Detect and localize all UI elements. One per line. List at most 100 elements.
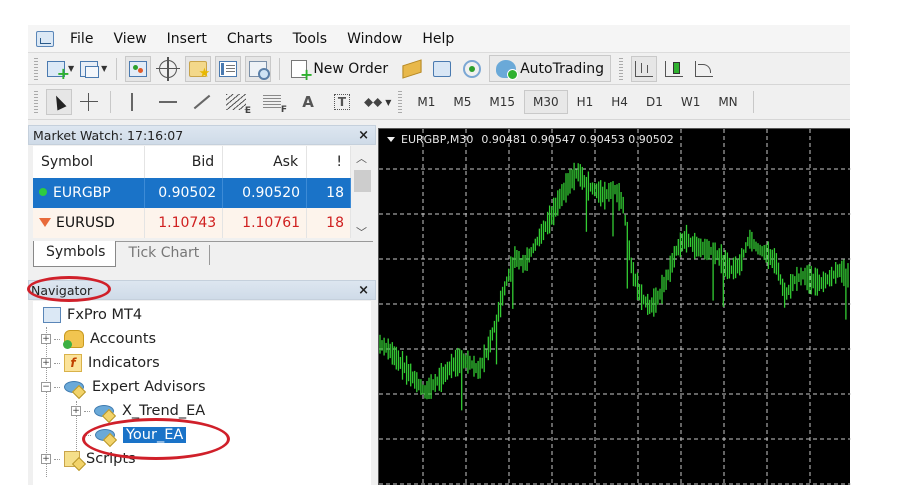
tree-item-scripts[interactable]: + Scripts <box>41 447 136 471</box>
symbol-name: EURGBP <box>53 185 111 201</box>
menu-file[interactable]: File <box>60 25 103 53</box>
timeframe-m15[interactable]: M15 <box>480 90 524 114</box>
expand-icon[interactable]: + <box>41 358 51 368</box>
menu-help[interactable]: Help <box>412 25 464 53</box>
market-watch-title: Market Watch: 17:16:07 <box>33 128 184 143</box>
text-label-tool[interactable]: T <box>329 89 355 115</box>
tree-label-selected: Your_EA <box>123 427 187 443</box>
drawing-toolbar: A T ⬥⬥▼ M1 M5 M15 M30 H1 H4 D1 W1 MN <box>28 85 850 120</box>
chart-window[interactable]: EURGBP,M30 0.90481 0.90547 0.90453 0.905… <box>378 128 851 486</box>
collapse-icon[interactable]: − <box>41 382 51 392</box>
timeframe-d1[interactable]: D1 <box>637 90 672 114</box>
expand-icon[interactable]: + <box>41 454 51 464</box>
price-down-icon <box>39 218 51 227</box>
tree-item-indicators[interactable]: + f Indicators <box>41 351 160 375</box>
metaeditor-button[interactable] <box>399 56 425 82</box>
tree-label: X_Trend_EA <box>122 403 206 419</box>
navigator-close-icon[interactable]: × <box>358 281 369 301</box>
equidistant-channel-tool[interactable] <box>223 89 251 116</box>
line-chart-button[interactable] <box>691 56 717 82</box>
tree-item-accounts[interactable]: + Accounts <box>41 327 156 351</box>
column-bid[interactable]: Bid <box>144 146 224 178</box>
menu-insert[interactable]: Insert <box>157 25 217 53</box>
tree-connector <box>54 338 60 340</box>
market-watch-scrollbar[interactable]: ︿ ﹀ <box>351 146 373 240</box>
new-order-label: New Order <box>313 60 389 77</box>
menu-charts[interactable]: Charts <box>217 25 283 53</box>
tab-symbols[interactable]: Symbols <box>33 241 117 267</box>
tree-label: Indicators <box>88 355 160 371</box>
standard-toolbar: ▼ ▼ New Order AutoTrading <box>28 53 850 85</box>
candlesticks-button[interactable] <box>661 56 687 82</box>
tree-root[interactable]: FxPro MT4 <box>43 303 142 327</box>
cursor-tool[interactable] <box>46 89 72 115</box>
vertical-line-icon <box>131 93 133 111</box>
ask-cell: 0.90520 <box>222 178 308 208</box>
timeframe-h4[interactable]: H4 <box>602 90 637 114</box>
ask-cell: 1.10761 <box>222 208 308 238</box>
tree-item-x-trend-ea[interactable]: + X_Trend_EA <box>71 399 205 423</box>
horizontal-line-tool[interactable] <box>155 89 181 115</box>
new-chart-button[interactable]: ▼ <box>46 56 75 82</box>
timeframe-m5[interactable]: M5 <box>444 90 480 114</box>
text-tool[interactable]: A <box>295 89 321 115</box>
profiles-button[interactable]: ▼ <box>79 56 108 82</box>
community-button[interactable] <box>429 56 455 82</box>
tree-item-expert-advisors[interactable]: − Expert Advisors <box>41 375 206 399</box>
toolbar-grip[interactable] <box>34 57 38 80</box>
table-row[interactable]: EURGBP 0.90502 0.90520 18 <box>33 178 351 208</box>
timeframe-mn[interactable]: MN <box>709 90 746 114</box>
data-window-button[interactable] <box>155 56 181 82</box>
vertical-line-tool[interactable] <box>119 89 145 115</box>
expand-icon[interactable]: + <box>41 334 51 344</box>
column-spread[interactable]: ! <box>306 146 351 178</box>
scroll-up-icon[interactable]: ︿ <box>356 150 367 166</box>
toolbar-grip[interactable] <box>398 91 403 113</box>
table-header-row: Symbol Bid Ask ! <box>33 146 351 178</box>
timeframe-m1[interactable]: M1 <box>408 90 444 114</box>
column-ask[interactable]: Ask <box>222 146 308 178</box>
tree-item-your-ea[interactable]: Your_EA <box>85 423 187 447</box>
tab-tick-chart[interactable]: Tick Chart <box>116 245 211 265</box>
tree-connector <box>54 458 60 460</box>
expand-icon[interactable]: + <box>71 406 81 416</box>
menu-bar: File View Insert Charts Tools Window Hel… <box>28 25 850 53</box>
scroll-down-icon[interactable]: ﹀ <box>356 224 367 240</box>
market-watch-close-icon[interactable]: × <box>358 126 369 146</box>
scripts-icon <box>64 451 80 467</box>
autotrading-button[interactable]: AutoTrading <box>489 55 611 82</box>
fibonacci-tool[interactable] <box>259 89 287 115</box>
bid-cell: 1.10743 <box>144 208 224 238</box>
terminal-button[interactable] <box>215 55 242 82</box>
signals-button[interactable] <box>459 56 485 82</box>
market-watch-button[interactable] <box>125 55 152 82</box>
expert-advisor-icon <box>94 403 116 419</box>
menu-window[interactable]: Window <box>337 25 412 53</box>
chart-header: EURGBP,M30 0.90481 0.90547 0.90453 0.905… <box>387 133 674 146</box>
navigator-title-bar[interactable]: Navigator × <box>28 280 376 300</box>
menu-tools[interactable]: Tools <box>283 25 338 53</box>
spread-cell: 18 <box>306 178 351 208</box>
trendline-icon <box>193 94 211 110</box>
toolbar-grip[interactable] <box>34 91 38 113</box>
menu-view[interactable]: View <box>103 25 156 53</box>
bar-chart-button[interactable] <box>630 55 657 82</box>
symbol-name: EURUSD <box>56 215 115 231</box>
navigator-button[interactable] <box>185 55 212 82</box>
new-order-button[interactable]: New Order <box>288 56 391 84</box>
timeframe-w1[interactable]: W1 <box>672 90 710 114</box>
strategy-tester-button[interactable] <box>245 55 272 82</box>
column-symbol[interactable]: Symbol <box>33 146 146 178</box>
navigator-tree: FxPro MT4 + Accounts + f Indicators − Ex… <box>33 301 371 485</box>
trendline-tool[interactable] <box>189 89 215 115</box>
timeframe-h1[interactable]: H1 <box>568 90 603 114</box>
price-chart <box>379 129 851 486</box>
shapes-tool[interactable]: ⬥⬥ ▼ <box>363 89 392 115</box>
market-watch-title-bar[interactable]: Market Watch: 17:16:07 × <box>28 125 376 145</box>
crosshair-tool[interactable] <box>76 89 102 115</box>
timeframe-m30[interactable]: M30 <box>523 90 568 114</box>
toolbar-grip[interactable] <box>618 57 623 80</box>
table-row[interactable]: EURUSD 1.10743 1.10761 18 <box>33 208 351 238</box>
chart-menu-triangle-icon[interactable] <box>387 137 395 142</box>
scroll-thumb[interactable] <box>354 170 371 192</box>
